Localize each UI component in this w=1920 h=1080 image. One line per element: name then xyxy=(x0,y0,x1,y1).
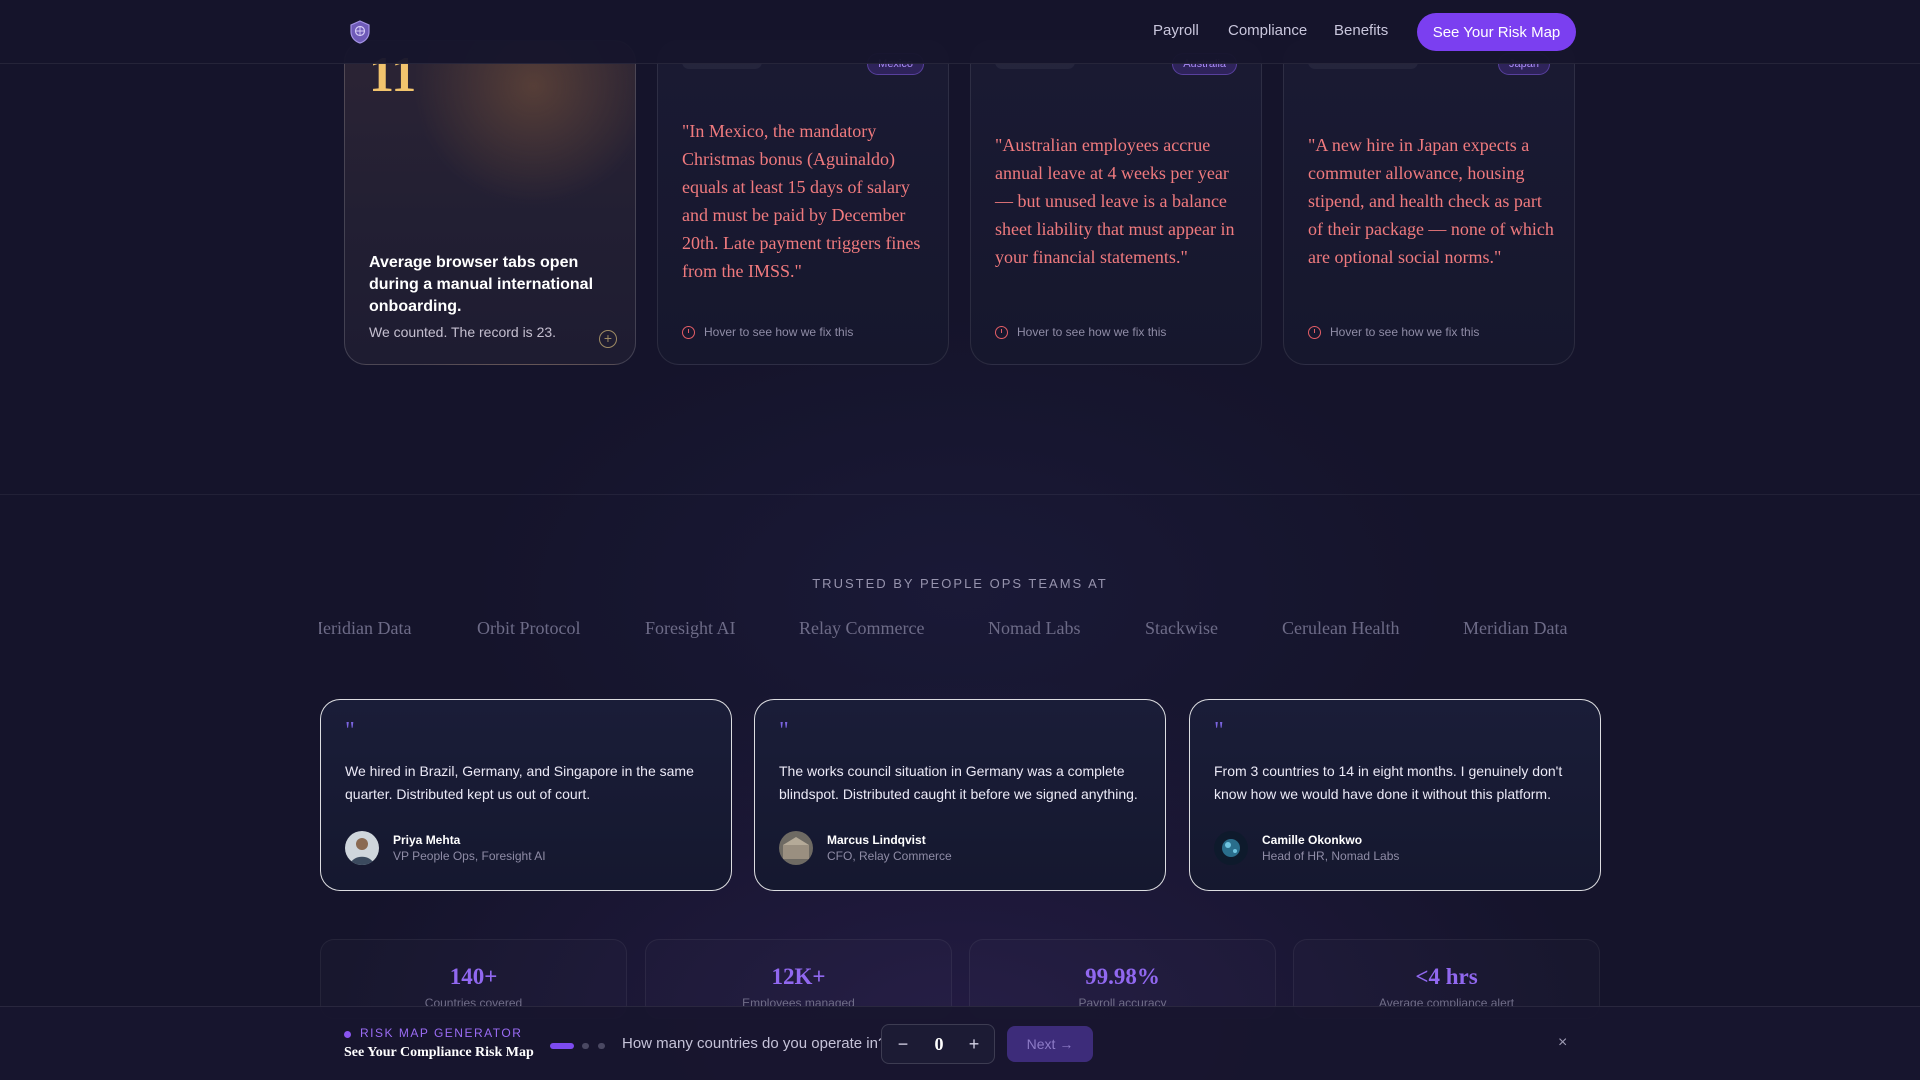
hint-text: Hover to see how we fix this xyxy=(704,325,854,339)
trusted-by-label: TRUSTED BY PEOPLE OPS TEAMS AT xyxy=(812,576,1108,591)
status-dot-icon xyxy=(344,1031,351,1038)
hover-hint: Hover to see how we fix this xyxy=(995,325,1166,339)
company-logo: Meridian Data xyxy=(319,618,412,638)
expand-plus-icon[interactable]: + xyxy=(599,330,617,348)
stat-value: 99.98% xyxy=(1085,964,1160,989)
clock-icon xyxy=(1308,325,1321,339)
fact-quote: "A new hire in Japan expects a commuter … xyxy=(1308,135,1554,267)
quote-mark-icon: " xyxy=(779,718,789,744)
see-risk-map-button[interactable]: See Your Risk Map xyxy=(1417,13,1576,51)
company-logo: Nomad Labs xyxy=(988,618,1081,638)
testimonial-card: " From 3 countries to 14 in eight months… xyxy=(1189,699,1601,891)
stat-value: 12K+ xyxy=(771,964,826,989)
step-indicator xyxy=(582,1043,589,1049)
shield-logo-icon[interactable] xyxy=(349,20,371,44)
decrement-button[interactable]: − xyxy=(892,1033,914,1055)
testimonial-text: From 3 countries to 14 in eight months. … xyxy=(1214,763,1563,802)
stat-value: <4 hrs xyxy=(1415,964,1478,989)
generator-question: How many countries do you operate in? xyxy=(622,1035,887,1052)
nav-link-compliance[interactable]: Compliance xyxy=(1228,22,1307,39)
step-indicator xyxy=(598,1043,605,1049)
author-role: Head of HR, Nomad Labs xyxy=(1262,849,1400,863)
risk-map-generator-bar: RISK MAP GENERATOR See Your Compliance R… xyxy=(0,1006,1920,1080)
company-logo: Relay Commerce xyxy=(799,618,925,638)
company-logo: Foresight AI xyxy=(645,618,736,638)
stat-value: 140+ xyxy=(449,964,498,989)
logo-marquee: Meridian Data Orbit Protocol Foresight A… xyxy=(319,618,1601,648)
testimonial-text: The works council situation in Germany w… xyxy=(779,763,1138,802)
author-role: CFO, Relay Commerce xyxy=(827,849,952,863)
country-count-stepper: − 0 + xyxy=(881,1024,995,1064)
hint-text: Hover to see how we fix this xyxy=(1330,325,1480,339)
clock-icon xyxy=(682,325,695,339)
testimonial-text: We hired in Brazil, Germany, and Singapo… xyxy=(345,763,694,802)
avatar xyxy=(1214,831,1248,865)
avatar xyxy=(779,831,813,865)
company-logo: Stackwise xyxy=(1145,618,1218,638)
fact-quote: "Australian employees accrue annual leav… xyxy=(995,135,1235,267)
fact-card-japan[interactable]: Japan "A new hire in Japan expects a com… xyxy=(1283,40,1575,365)
country-count-value[interactable]: 0 xyxy=(924,1034,954,1055)
generator-eyebrow: RISK MAP GENERATOR xyxy=(360,1026,523,1040)
hover-hint: Hover to see how we fix this xyxy=(682,325,853,339)
company-logo: Orbit Protocol xyxy=(477,618,581,638)
increment-button[interactable]: + xyxy=(963,1033,985,1055)
testimonial-card: " The works council situation in Germany… xyxy=(754,699,1166,891)
hint-text: Hover to see how we fix this xyxy=(1017,325,1167,339)
generator-title: See Your Compliance Risk Map xyxy=(344,1045,534,1060)
author-name: Marcus Lindqvist xyxy=(827,833,926,847)
stat-title: Average browser tabs open during a manua… xyxy=(369,254,594,315)
fact-card-browser-tabs[interactable]: 11 Average browser tabs open during a ma… xyxy=(344,40,636,365)
section-divider xyxy=(0,494,1920,495)
step-indicator-active xyxy=(550,1043,574,1049)
testimonial-card: " We hired in Brazil, Germany, and Singa… xyxy=(320,699,732,891)
company-logo: Meridian Data xyxy=(1463,618,1568,638)
nav-link-benefits[interactable]: Benefits xyxy=(1334,22,1388,39)
stat-subtitle: We counted. The record is 23. xyxy=(369,324,557,340)
top-navigation: Payroll Compliance Benefits See Your Ris… xyxy=(0,0,1920,64)
quote-mark-icon: " xyxy=(345,718,355,744)
author-name: Camille Okonkwo xyxy=(1262,833,1363,847)
fact-card-australia[interactable]: Australia "Australian employees accrue a… xyxy=(970,40,1262,365)
company-logo: Cerulean Health xyxy=(1282,618,1400,638)
avatar xyxy=(345,831,379,865)
close-icon[interactable]: × xyxy=(1558,1034,1567,1052)
hover-hint: Hover to see how we fix this xyxy=(1308,325,1479,339)
fact-card-mexico[interactable]: Mexico "In Mexico, the mandatory Christm… xyxy=(657,40,949,365)
quote-mark-icon: " xyxy=(1214,718,1224,744)
nav-link-payroll[interactable]: Payroll xyxy=(1153,22,1199,39)
author-role: VP People Ops, Foresight AI xyxy=(393,849,546,863)
fact-quote: "In Mexico, the mandatory Christmas bonu… xyxy=(682,121,921,281)
author-name: Priya Mehta xyxy=(393,833,461,847)
next-button[interactable]: Next → xyxy=(1007,1026,1093,1062)
clock-icon xyxy=(995,325,1008,339)
